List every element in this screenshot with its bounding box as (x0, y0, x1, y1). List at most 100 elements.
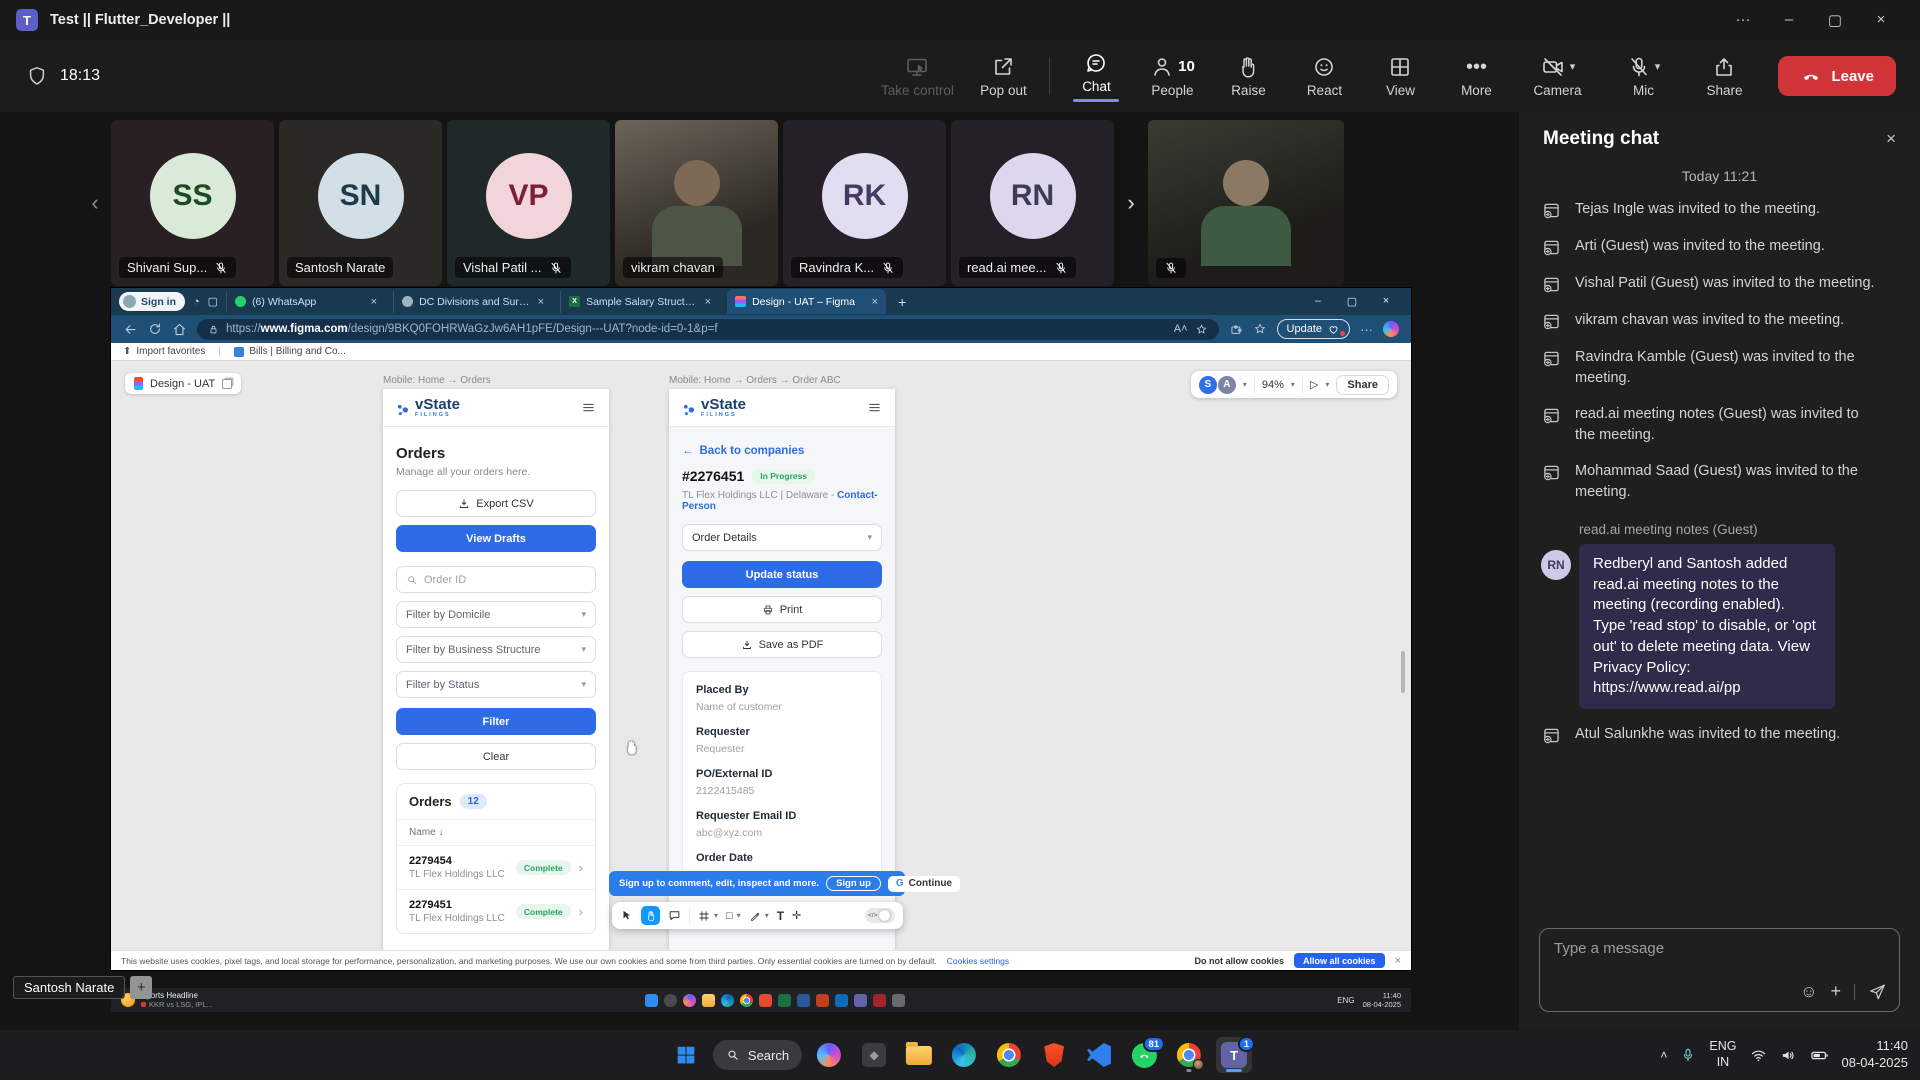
browser-tab[interactable]: DC Divisions and Surroundings× (393, 291, 552, 313)
file-explorer-button[interactable] (901, 1037, 937, 1073)
hand-tool-button[interactable] (641, 906, 660, 925)
cookie-close-icon[interactable]: × (1395, 955, 1401, 967)
taskbar-clock[interactable]: 11:40 08-04-2025 (1842, 1038, 1909, 1072)
people-button[interactable]: 10 People (1134, 55, 1210, 98)
pen-tool-icon[interactable] (749, 910, 761, 922)
share-button[interactable]: Share (1686, 55, 1762, 98)
chevron-down-icon[interactable]: ▾ (714, 911, 718, 920)
export-csv-button[interactable]: Export CSV (396, 490, 596, 517)
send-icon[interactable] (1868, 982, 1887, 1001)
home-icon[interactable] (172, 322, 187, 337)
browser-profile-button[interactable]: Sign in (119, 292, 185, 311)
tray-mic-icon[interactable] (1680, 1047, 1696, 1063)
clear-button[interactable]: Clear (396, 743, 596, 770)
reload-icon[interactable] (148, 322, 162, 336)
read-aloud-icon[interactable]: A˄ (1174, 323, 1188, 335)
browser-tab[interactable]: X Sample Salary Structure with calc× (560, 291, 719, 313)
filter-domicile-select[interactable]: Filter by Domicile▾ (396, 601, 596, 628)
collaborator-avatar[interactable]: S (1199, 376, 1217, 394)
camera-dropdown-icon[interactable]: ▾ (1570, 60, 1576, 73)
camera-button[interactable]: ▾ Camera (1514, 55, 1600, 98)
import-favorites-item[interactable]: ⬆Import favorites (123, 346, 205, 357)
chat-close-icon[interactable]: × (1886, 129, 1896, 149)
mic-button[interactable]: ▾ Mic (1600, 55, 1686, 98)
zoom-level[interactable]: 94% (1262, 379, 1284, 391)
back-to-companies-link[interactable]: ← Back to companies (682, 445, 882, 457)
frame-label[interactable]: Mobile: Home → Orders → Order ABC (669, 375, 841, 386)
present-icon[interactable]: ▷ (1310, 378, 1318, 391)
hamburger-menu-icon[interactable] (581, 400, 596, 415)
window-more-icon[interactable]: ··· (1720, 11, 1766, 29)
brave-button[interactable] (1036, 1037, 1072, 1073)
back-icon[interactable] (123, 322, 138, 337)
shape-tool-icon[interactable]: □ (726, 910, 733, 922)
url-input[interactable]: https://www.figma.com/design/9BKQ0FOHRWa… (197, 319, 1219, 340)
copilot-button[interactable] (811, 1037, 847, 1073)
pin-add-icon[interactable]: + (130, 976, 152, 999)
edge-button[interactable] (946, 1037, 982, 1073)
favorites-bar-icon[interactable] (1253, 322, 1267, 336)
figma-doc-chip[interactable]: Design - UAT (125, 373, 241, 394)
participant-tile[interactable]: RN read.ai mee... (951, 120, 1114, 286)
app-button[interactable]: ◆ (856, 1037, 892, 1073)
signup-button[interactable]: Sign up (826, 876, 881, 891)
battery-icon[interactable] (1810, 1046, 1829, 1065)
collaborator-avatar[interactable]: A (1218, 376, 1236, 394)
participant-tile[interactable]: SS Shivani Sup... (111, 120, 274, 286)
mic-dropdown-icon[interactable]: ▾ (1655, 60, 1661, 73)
chevron-down-icon[interactable]: ▾ (737, 911, 741, 920)
filter-structure-select[interactable]: Filter by Business Structure▾ (396, 636, 596, 663)
filter-status-select[interactable]: Filter by Status▾ (396, 671, 596, 698)
volume-icon[interactable] (1780, 1047, 1797, 1064)
tiles-scroll-left[interactable]: ‹ (82, 120, 108, 286)
whatsapp-button[interactable]: 81 (1126, 1037, 1162, 1073)
view-drafts-button[interactable]: View Drafts (396, 525, 596, 552)
move-tool-icon[interactable] (620, 909, 633, 922)
canvas-scrollbar[interactable] (1401, 651, 1405, 693)
raise-hand-button[interactable]: Raise (1210, 55, 1286, 98)
language-switcher[interactable]: ENG IN (1709, 1039, 1736, 1070)
participant-tile[interactable] (1148, 120, 1344, 286)
window-close-icon[interactable]: × (1858, 11, 1904, 29)
participant-tile[interactable]: vikram chavan (615, 120, 778, 286)
hamburger-menu-icon[interactable] (867, 400, 882, 415)
start-button[interactable] (668, 1037, 704, 1073)
chrome-button[interactable] (991, 1037, 1027, 1073)
tray-chevron-up-icon[interactable]: ˄ (1660, 1048, 1667, 1062)
order-details-select[interactable]: Order Details▾ (682, 524, 882, 551)
order-id-search-input[interactable]: Order ID (396, 566, 596, 593)
copy-icon[interactable] (222, 379, 232, 389)
taskbar-search[interactable]: Search (713, 1040, 802, 1070)
teams-button[interactable]: T 1 (1216, 1037, 1252, 1073)
tab-close-icon[interactable]: × (705, 296, 711, 308)
order-row[interactable]: 2279454TL Flex Holdings LLC Complete › (397, 845, 595, 889)
tab-close-icon[interactable]: × (872, 296, 878, 308)
attach-plus-icon[interactable]: + (1830, 981, 1841, 1002)
participant-tile[interactable]: RK Ravindra K... (783, 120, 946, 286)
dev-mode-toggle[interactable]: </> (865, 908, 895, 923)
tiles-scroll-right[interactable]: › (1119, 120, 1143, 286)
resources-tool-icon[interactable]: ✛ (792, 909, 801, 922)
chat-button[interactable]: Chat (1058, 51, 1134, 102)
browser-update-button[interactable]: Update (1277, 319, 1350, 339)
comment-tool-icon[interactable] (668, 909, 681, 922)
browser-minimize-icon[interactable]: – (1301, 295, 1335, 308)
workspaces-icon[interactable]: ◔ (193, 296, 200, 308)
pop-out-button[interactable]: Pop out (965, 55, 1041, 98)
browser-tab[interactable]: (6) WhatsApp× (226, 291, 385, 313)
browser-restore-icon[interactable]: ▢ (1335, 295, 1369, 308)
frame-label[interactable]: Mobile: Home → Orders (383, 375, 491, 386)
browser-close-icon[interactable]: × (1369, 295, 1403, 308)
figma-share-button[interactable]: Share (1336, 375, 1389, 395)
browser-menu-icon[interactable]: ··· (1360, 322, 1373, 337)
google-continue-button[interactable]: GContinue (888, 876, 960, 892)
chevron-down-icon[interactable]: ▾ (765, 911, 769, 920)
view-button[interactable]: View (1362, 55, 1438, 98)
window-minimize-icon[interactable]: – (1766, 11, 1812, 29)
chrome-profile-button[interactable] (1171, 1037, 1207, 1073)
filter-button[interactable]: Filter (396, 708, 596, 735)
copilot-icon[interactable] (1383, 321, 1399, 337)
tab-close-icon[interactable]: × (538, 296, 544, 308)
favorite-star-icon[interactable] (1195, 323, 1208, 336)
tab-actions-icon[interactable]: ▢ (208, 295, 218, 308)
